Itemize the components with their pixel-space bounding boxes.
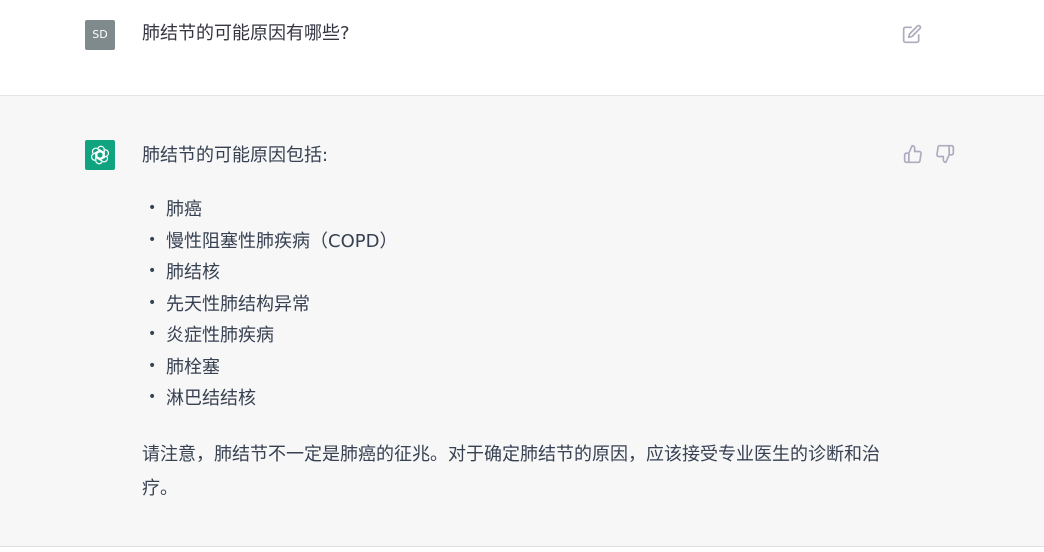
list-item: • 慢性阻塞性肺疾病（COPD） <box>148 230 398 252</box>
list-item-text: 肺结核 <box>166 262 220 283</box>
thumbs-up-button[interactable] <box>903 144 923 164</box>
causes-list: • 肺癌 • 慢性阻塞性肺疾病（COPD） • 肺结核 • 先天性肺结构异常 • 炎症性肺… <box>142 197 397 418</box>
list-item-text: 肺癌 <box>166 199 202 220</box>
list-item: • 炎症性肺疾病 <box>148 325 274 346</box>
list-item-text: 先天性肺结构异常 <box>166 293 310 315</box>
list-item: • 肺结核 <box>148 262 220 283</box>
list-item-text: 肺栓塞 <box>166 356 220 378</box>
thumbs-down-button[interactable] <box>935 144 955 164</box>
list-item-text: 淋巴结结核 <box>166 388 256 409</box>
assistant-intro-text: 肺结节的可能原因包括: <box>142 145 329 166</box>
assistant-avatar <box>85 140 115 170</box>
assistant-turn: 肺结节的可能原因包括: • 肺癌 • 慢性阻塞性肺疾病（COPD） • 肺结核 • 先天… <box>0 96 1044 547</box>
list-item: • 肺栓塞 <box>148 356 220 378</box>
list-item: • 肺癌 <box>148 199 202 220</box>
openai-logo-icon <box>91 145 109 165</box>
list-item: • 先天性肺结构异常 <box>148 293 310 315</box>
list-item-text: 慢性阻塞性肺疾病（COPD） <box>166 230 398 252</box>
assistant-note-text: 请注意，肺结节不一定是肺癌的征兆。对于确定肺结节的原因，应该接受专业医生的诊断和… <box>142 444 880 499</box>
user-message-text: 肺结节的可能原因有哪些? <box>142 23 350 44</box>
user-avatar: SD <box>85 20 115 50</box>
list-item-text: 炎症性肺疾病 <box>166 325 274 346</box>
edit-message-button[interactable] <box>902 24 922 44</box>
thumbs-up-icon <box>903 144 922 164</box>
thumbs-down-icon <box>936 144 955 164</box>
edit-icon <box>902 24 922 44</box>
list-item: • 淋巴结结核 <box>148 388 256 409</box>
user-turn: SD 肺结节的可能原因有哪些? <box>0 0 1044 96</box>
